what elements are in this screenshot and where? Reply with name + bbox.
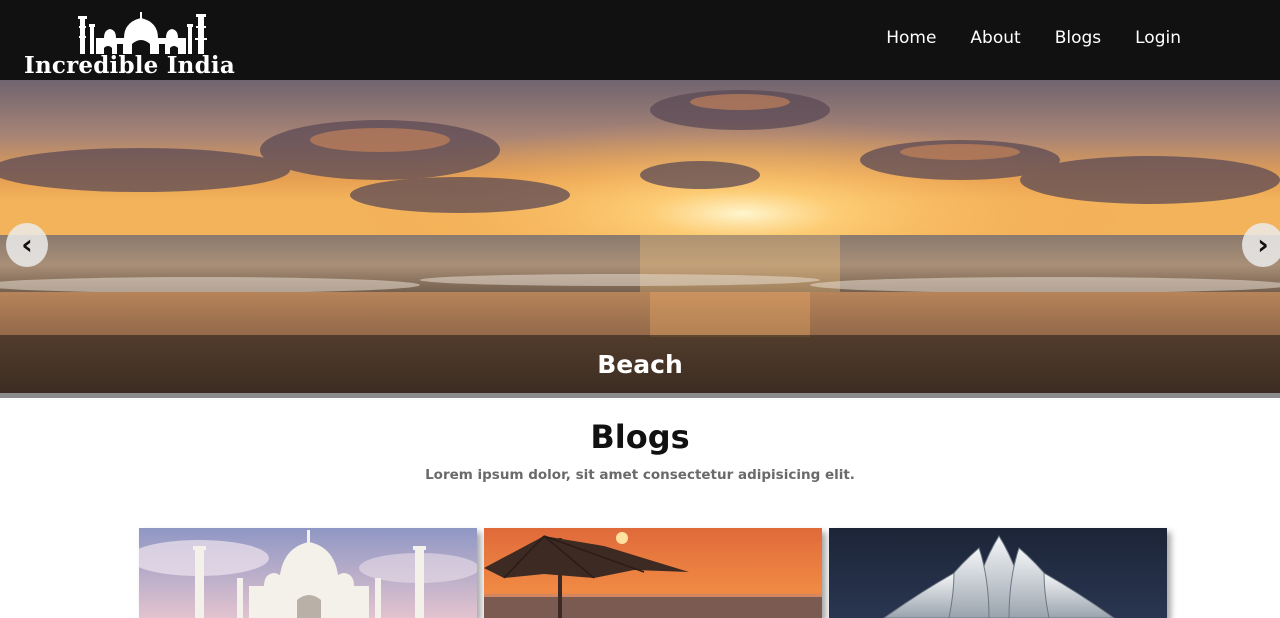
lotus-temple-image: [829, 528, 1167, 618]
chevron-right-icon: ›: [1257, 228, 1269, 261]
slider-prev-button[interactable]: ‹: [6, 223, 48, 267]
blogs-heading: Blogs: [590, 418, 690, 456]
slide-caption-text: Beach: [597, 349, 683, 379]
brand-logo[interactable]: Incredible India: [22, 12, 270, 80]
nav-login-link[interactable]: Login: [1135, 28, 1181, 48]
brand-name: Incredible India: [24, 52, 235, 79]
beach-umbrella-image: [484, 528, 822, 618]
slide-caption: Beach: [0, 335, 1280, 393]
slider-divider: [0, 393, 1280, 398]
blog-card-lotus-temple[interactable]: [829, 528, 1167, 618]
slider-next-button[interactable]: ›: [1242, 223, 1280, 267]
taj-mahal-image: [139, 528, 477, 618]
chevron-left-icon: ‹: [21, 228, 33, 261]
main-nav: Home About Blogs Login: [886, 0, 1181, 76]
blog-card-taj-mahal[interactable]: [139, 528, 477, 618]
blog-card-beach-hut[interactable]: [484, 528, 822, 618]
hero-slider: Beach ‹ ›: [0, 80, 1280, 398]
taj-mahal-logo-icon: [78, 12, 207, 54]
nav-blogs-link[interactable]: Blogs: [1055, 28, 1101, 48]
nav-home-link[interactable]: Home: [886, 28, 936, 48]
site-header: Incredible India Home About Blogs Login: [0, 0, 1280, 80]
nav-about-link[interactable]: About: [970, 28, 1020, 48]
blogs-subtitle: Lorem ipsum dolor, sit amet consectetur …: [425, 467, 855, 483]
